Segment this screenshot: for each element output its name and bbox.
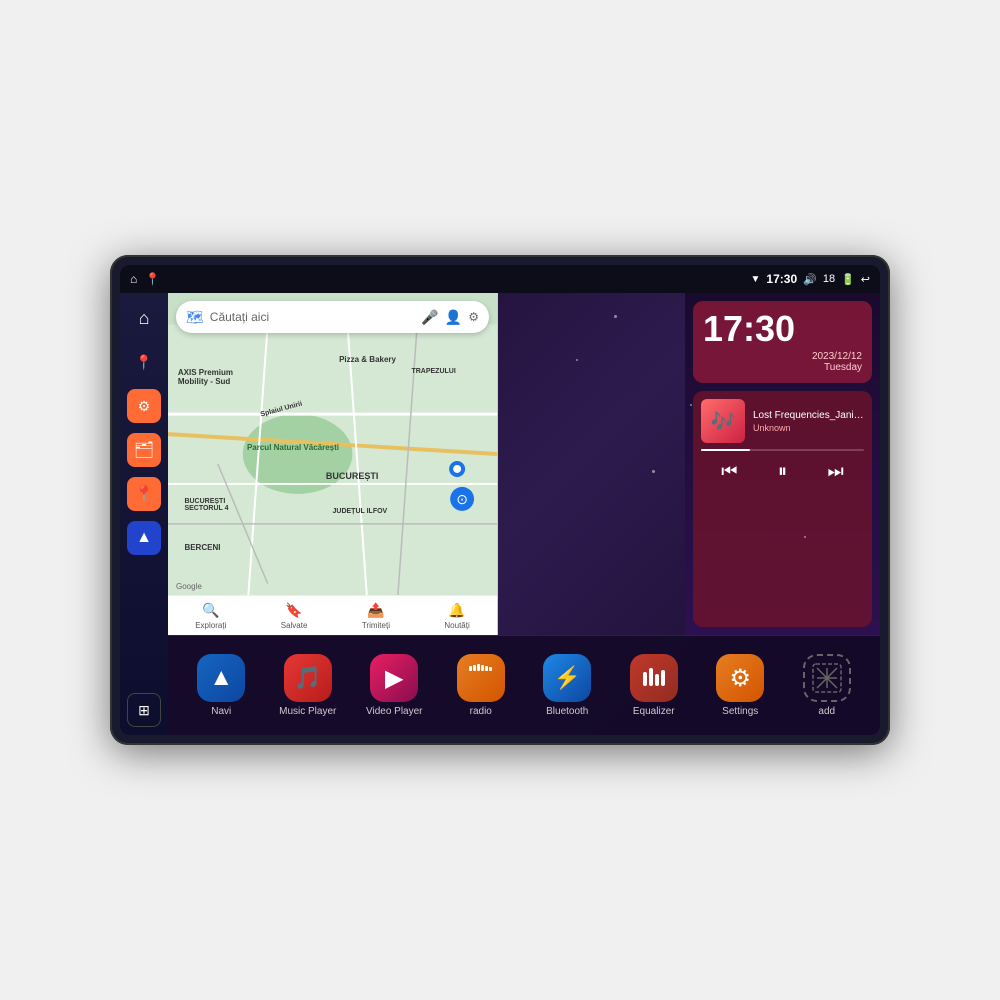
navi-icon: ▲ (197, 654, 245, 702)
back-icon[interactable]: ↩ (861, 273, 870, 286)
home-status-icon[interactable]: ⌂ (130, 272, 137, 286)
map-label-ilfov: JUDEȚUL ILFOV (333, 508, 388, 515)
radio-label: radio (470, 706, 492, 717)
volume-icon: 🔊 (803, 273, 817, 286)
status-time: 17:30 (766, 272, 797, 286)
navi-label: Navi (211, 706, 231, 717)
explore-icon: 🔍 (202, 602, 219, 619)
music-progress-bar[interactable] (701, 449, 864, 451)
bluetooth-icon: ⚡ (543, 654, 591, 702)
clock-date: 2023/12/12 Tuesday (703, 351, 862, 373)
sidebar-item-folder[interactable]: 🗂 (127, 433, 161, 467)
map-label-bucuresti: BUCUREȘTI (326, 471, 379, 481)
battery-icon: 🔋 (841, 273, 855, 286)
app-bluetooth[interactable]: ⚡ Bluetooth (537, 654, 597, 717)
settings-app-icon: ⚙ (716, 654, 764, 702)
clock-day-value: Tuesday (824, 362, 862, 373)
app-radio[interactable]: radio (451, 654, 511, 717)
music-artist: Unknown (753, 423, 864, 433)
news-label: Noutăți (444, 621, 469, 630)
right-panel: 17:30 2023/12/12 Tuesday 🎶 (685, 293, 880, 635)
app-add[interactable]: add (797, 654, 857, 717)
app-music-player[interactable]: 🎵 Music Player (278, 654, 338, 717)
music-text: Lost Frequencies_Janie... Unknown (753, 410, 864, 433)
bottom-app-bar: ▲ Navi 🎵 Music Player ▶ Video Player (168, 635, 880, 735)
map-label-axis: AXIS PremiumMobility - Sud (178, 368, 233, 386)
bluetooth-label: Bluetooth (546, 706, 588, 717)
map-search-text: Căutați aici (210, 310, 416, 324)
map-bottom-bar: 🔍 Explorați 🔖 Salvate 📤 (168, 595, 497, 635)
music-title: Lost Frequencies_Janie... (753, 410, 864, 421)
clock-widget: 17:30 2023/12/12 Tuesday (693, 301, 872, 383)
map-frame: 🗺 Căutați aici 🎤 👤 ⚙ (168, 293, 498, 635)
video-player-icon: ▶ (370, 654, 418, 702)
add-label: add (818, 706, 835, 717)
music-track-info: 🎶 Lost Frequencies_Janie... Unknown (701, 399, 864, 443)
app-video-player[interactable]: ▶ Video Player (364, 654, 424, 717)
center-area: 🗺 Căutați aici 🎤 👤 ⚙ (168, 293, 880, 735)
settings-label: Settings (722, 706, 758, 717)
music-progress-fill (701, 449, 750, 451)
battery-num: 18 (823, 273, 835, 285)
google-watermark: Google (176, 582, 202, 591)
music-prev-button[interactable]: ⏮ (713, 457, 745, 486)
status-right: ▼ 17:30 🔊 18 🔋 ↩ (751, 272, 870, 286)
saved-label: Salvate (281, 621, 308, 630)
mic-icon[interactable]: 🎤 (421, 309, 438, 326)
wifi-icon: ▼ (751, 274, 761, 285)
map-saved[interactable]: 🔖 Salvate (281, 602, 308, 630)
map-label-sectorul4: BUCUREȘTISECTORUL 4 (184, 498, 228, 512)
news-icon: 🔔 (448, 602, 465, 619)
video-player-label: Video Player (366, 706, 423, 717)
sidebar-item-arrow[interactable]: ▲ (127, 521, 161, 555)
status-bar: ⌂ 📍 ▼ 17:30 🔊 18 🔋 ↩ (120, 265, 880, 293)
music-controls: ⏮ ⏸ ⏭ (701, 457, 864, 486)
sidebar-item-grid[interactable]: ⊞ (127, 693, 161, 727)
map-container[interactable]: 🗺 Căutați aici 🎤 👤 ⚙ (168, 293, 685, 635)
map-status-icon[interactable]: 📍 (145, 272, 160, 286)
radio-icon (457, 654, 505, 702)
settings-map-icon[interactable]: ⚙ (468, 310, 479, 324)
map-explore[interactable]: 🔍 Explorați (195, 602, 226, 630)
sidebar: ⌂ 📍 ⚙ 🗂 📍 ▲ ⊞ (120, 293, 168, 735)
map-search-bar[interactable]: 🗺 Căutați aici 🎤 👤 ⚙ (176, 301, 489, 333)
app-equalizer[interactable]: Equalizer (624, 654, 684, 717)
add-icon (803, 654, 851, 702)
sidebar-item-navigation[interactable]: 📍 (127, 477, 161, 511)
music-player-icon: 🎵 (284, 654, 332, 702)
map-background: 🗺 Căutați aici 🎤 👤 ⚙ (168, 293, 497, 635)
clock-time: 17:30 (703, 311, 862, 347)
share-icon: 📤 (367, 602, 384, 619)
device: ⌂ 📍 ▼ 17:30 🔊 18 🔋 ↩ (110, 255, 890, 745)
explore-label: Explorați (195, 621, 226, 630)
app-settings[interactable]: ⚙ Settings (710, 654, 770, 717)
equalizer-label: Equalizer (633, 706, 675, 717)
music-player-label: Music Player (279, 706, 336, 717)
music-widget: 🎶 Lost Frequencies_Janie... Unknown (693, 391, 872, 627)
sidebar-item-mappin[interactable]: 📍 (127, 345, 161, 379)
music-pause-button[interactable]: ⏸ (770, 457, 795, 486)
map-label-berceni: BERCENI (184, 543, 220, 552)
google-maps-icon: 🗺 (186, 309, 204, 326)
status-left: ⌂ 📍 (130, 272, 160, 286)
music-next-button[interactable]: ⏭ (820, 457, 852, 486)
equalizer-icon (630, 654, 678, 702)
clock-date-value: 2023/12/12 (812, 351, 862, 362)
main-content: ⌂ 📍 ⚙ 🗂 📍 ▲ ⊞ (120, 293, 880, 735)
map-label-park: Parcul Natural Văcărești (247, 443, 339, 452)
map-label-pizza: Pizza & Bakery (339, 355, 396, 364)
map-news[interactable]: 🔔 Noutăți (444, 602, 469, 630)
app-navi[interactable]: ▲ Navi (191, 654, 251, 717)
map-share[interactable]: 📤 Trimiteți (362, 602, 390, 630)
svg-text:⊙: ⊙ (456, 491, 468, 507)
map-label-trapez: TRAPEZULUI (411, 368, 455, 375)
account-icon[interactable]: 👤 (445, 309, 462, 326)
saved-icon: 🔖 (285, 602, 302, 619)
share-label: Trimiteți (362, 621, 390, 630)
music-album-art: 🎶 (701, 399, 745, 443)
map-svg: ⊙ (168, 293, 497, 635)
sidebar-item-home[interactable]: ⌂ (127, 301, 161, 335)
device-screen: ⌂ 📍 ▼ 17:30 🔊 18 🔋 ↩ (120, 265, 880, 735)
sidebar-item-settings[interactable]: ⚙ (127, 389, 161, 423)
